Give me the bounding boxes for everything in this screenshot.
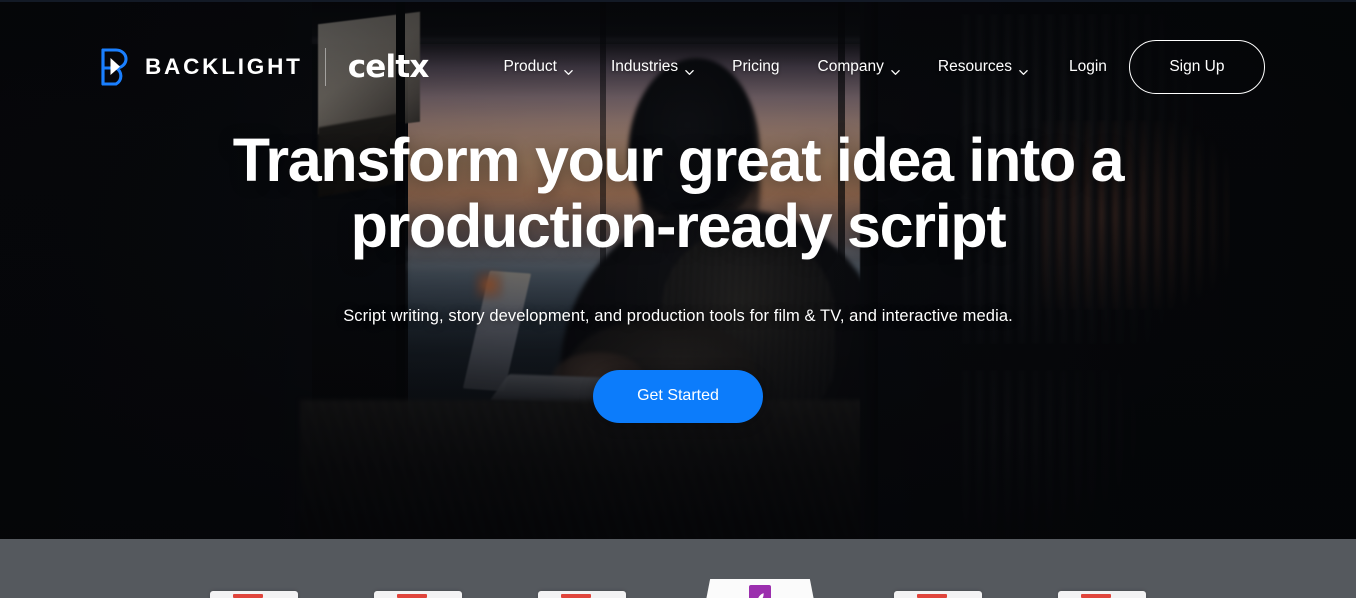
hero-subtitle: Script writing, story development, and p… bbox=[343, 306, 1013, 325]
headline-line-1: Transform your great idea into a bbox=[232, 126, 1125, 194]
nav-item-product[interactable]: Product bbox=[485, 58, 592, 76]
chevron-down-icon bbox=[1019, 64, 1028, 75]
nav-actions: Login Sign Up bbox=[1047, 40, 1265, 94]
feather-pen-icon bbox=[749, 585, 771, 598]
chevron-down-icon bbox=[564, 64, 573, 75]
template-card[interactable] bbox=[538, 591, 626, 598]
template-card[interactable] bbox=[1058, 591, 1146, 598]
primary-nav: Product Industries Pricing Company Resou… bbox=[485, 58, 1047, 76]
page-title: Transform your great idea into a product… bbox=[232, 126, 1125, 260]
card-accent-bar bbox=[233, 594, 263, 598]
signup-button[interactable]: Sign Up bbox=[1128, 40, 1265, 94]
hero-section: BACKLIGHT celtx Product Industries Prici… bbox=[0, 0, 1356, 539]
brand-divider bbox=[324, 48, 326, 86]
backlight-b-play-icon bbox=[100, 48, 132, 86]
template-card[interactable] bbox=[894, 591, 982, 598]
chevron-down-icon bbox=[685, 64, 694, 75]
card-accent-bar bbox=[917, 594, 947, 598]
nav-item-label: Industries bbox=[610, 58, 679, 75]
template-card[interactable] bbox=[374, 591, 462, 598]
nav-item-resources[interactable]: Resources bbox=[919, 58, 1047, 76]
template-card-featured[interactable] bbox=[702, 579, 818, 598]
card-accent-bar bbox=[1081, 594, 1111, 598]
nav-item-company[interactable]: Company bbox=[799, 58, 919, 76]
login-link[interactable]: Login bbox=[1047, 58, 1129, 76]
chevron-down-icon bbox=[891, 64, 900, 75]
nav-item-pricing[interactable]: Pricing bbox=[713, 58, 798, 76]
backlight-logo-link[interactable]: BACKLIGHT bbox=[100, 48, 303, 86]
headline-line-2: production-ready script bbox=[350, 191, 1007, 260]
card-accent-bar bbox=[561, 594, 591, 598]
nav-item-label: Pricing bbox=[732, 58, 780, 75]
nav-item-label: Company bbox=[817, 58, 884, 75]
backlight-wordmark: BACKLIGHT bbox=[145, 53, 303, 79]
brand-lockup: BACKLIGHT celtx bbox=[100, 48, 429, 86]
get-started-button[interactable]: Get Started bbox=[593, 369, 763, 423]
secondary-section bbox=[0, 539, 1356, 598]
nav-item-label: Resources bbox=[937, 58, 1012, 75]
nav-item-industries[interactable]: Industries bbox=[592, 58, 713, 76]
page-root: BACKLIGHT celtx Product Industries Prici… bbox=[0, 0, 1356, 598]
celtx-logo-link[interactable]: celtx bbox=[348, 51, 430, 83]
template-cards-row bbox=[0, 579, 1356, 598]
card-accent-bar bbox=[397, 594, 427, 598]
site-navbar: BACKLIGHT celtx Product Industries Prici… bbox=[0, 0, 1356, 134]
template-card[interactable] bbox=[210, 591, 298, 598]
nav-item-label: Product bbox=[503, 58, 557, 75]
